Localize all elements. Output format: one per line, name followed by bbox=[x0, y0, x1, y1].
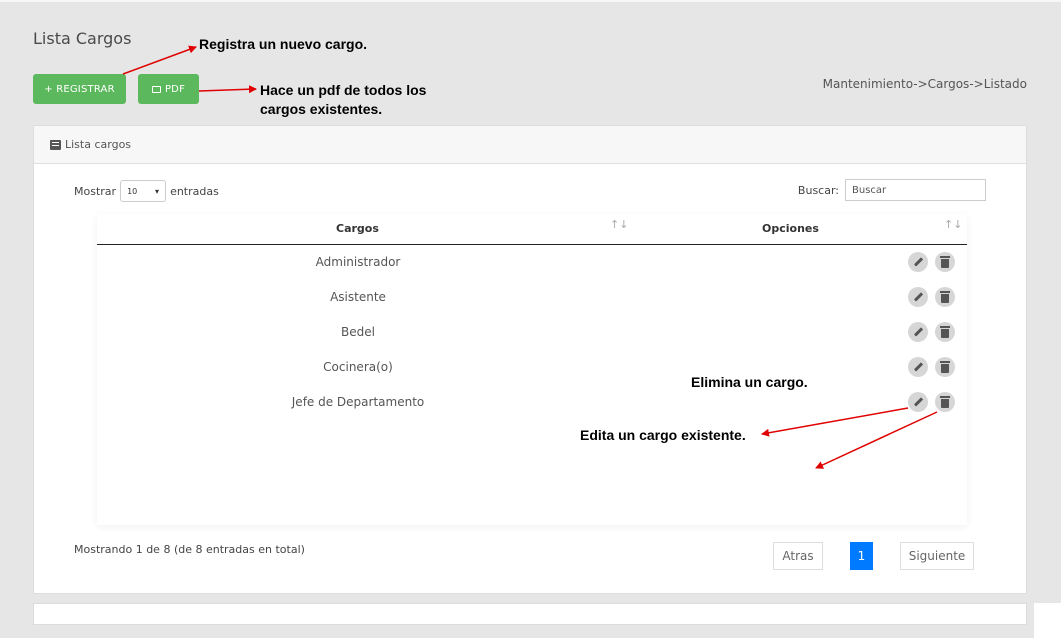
pencil-icon bbox=[913, 362, 923, 372]
length-select[interactable]: 10 ▾ bbox=[120, 180, 167, 202]
edit-button[interactable] bbox=[908, 392, 928, 412]
page-title: Lista Cargos bbox=[33, 29, 132, 48]
edit-button[interactable] bbox=[908, 357, 928, 377]
delete-button[interactable] bbox=[935, 322, 955, 342]
trash-icon bbox=[940, 360, 950, 373]
annotation-edit: Edita un cargo existente. bbox=[580, 427, 746, 443]
select-arrows-icon: ▾ bbox=[155, 186, 160, 196]
sort-icon[interactable]: ↑↓ bbox=[610, 218, 628, 231]
next-page-button[interactable]: Siguiente bbox=[900, 542, 974, 570]
copy-icon bbox=[151, 85, 161, 93]
edit-button[interactable] bbox=[908, 252, 928, 272]
page-1-button[interactable]: 1 bbox=[850, 542, 873, 570]
header-opciones[interactable]: Opciones bbox=[762, 222, 819, 235]
annotation-register: Registra un nuevo cargo. bbox=[199, 36, 368, 52]
pencil-icon bbox=[913, 397, 923, 407]
search-control: Buscar: bbox=[798, 179, 986, 201]
register-button[interactable]: + REGISTRAR bbox=[33, 74, 126, 104]
pencil-icon bbox=[913, 257, 923, 267]
length-suffix: entradas bbox=[170, 184, 219, 198]
search-input[interactable] bbox=[845, 179, 986, 201]
prev-page-button[interactable]: Atras bbox=[773, 542, 823, 570]
arrow-pdf bbox=[198, 85, 257, 94]
table-row: Asistente bbox=[97, 280, 967, 315]
table-row: Bedel bbox=[97, 315, 967, 350]
cargo-name: Asistente bbox=[330, 290, 386, 304]
table-row: Jefe de Departamento bbox=[97, 385, 967, 420]
delete-button[interactable] bbox=[935, 287, 955, 307]
arrow-register bbox=[122, 45, 197, 75]
table-header: Cargos ↑↓ Opciones ↑↓ bbox=[97, 214, 967, 245]
table-row: Administrador bbox=[97, 245, 967, 280]
side-panel bbox=[1034, 603, 1061, 638]
trash-icon bbox=[940, 325, 950, 338]
top-border bbox=[0, 0, 1061, 2]
trash-icon bbox=[940, 290, 950, 303]
edit-button[interactable] bbox=[908, 287, 928, 307]
length-prefix: Mostrar bbox=[74, 184, 117, 198]
annotation-pdf: Hace un pdf de todos los cargos existent… bbox=[260, 82, 427, 117]
search-label: Buscar: bbox=[797, 183, 839, 197]
edit-button[interactable] bbox=[908, 322, 928, 342]
pdf-button-label: PDF bbox=[164, 83, 186, 95]
delete-button[interactable] bbox=[935, 392, 955, 412]
pagination-info: Mostrando 1 de 8 (de 8 entradas en total… bbox=[74, 543, 305, 556]
sort-icon[interactable]: ↑↓ bbox=[944, 218, 962, 231]
list-icon bbox=[50, 139, 61, 150]
cargo-name: Bedel bbox=[341, 325, 375, 339]
cargos-card: Lista cargos Mostrar 10 ▾ entradas Busca… bbox=[33, 125, 1027, 594]
breadcrumb: Mantenimiento->Cargos->Listado bbox=[822, 77, 1027, 91]
trash-icon bbox=[940, 395, 950, 408]
secondary-card bbox=[33, 603, 1027, 625]
annotation-delete: Elimina un cargo. bbox=[691, 374, 808, 390]
pencil-icon bbox=[913, 327, 923, 337]
cargo-name: Administrador bbox=[315, 255, 401, 269]
card-title: Lista cargos bbox=[65, 138, 132, 151]
length-control: Mostrar 10 ▾ entradas bbox=[74, 180, 219, 202]
pdf-button[interactable]: PDF bbox=[138, 74, 199, 104]
table-row: Cocinera(o) bbox=[97, 350, 967, 385]
delete-button[interactable] bbox=[935, 252, 955, 272]
pencil-icon bbox=[913, 292, 923, 302]
delete-button[interactable] bbox=[935, 357, 955, 377]
trash-icon bbox=[940, 255, 950, 268]
cargo-name: Cocinera(o) bbox=[323, 360, 393, 374]
cargo-name: Jefe de Departamento bbox=[291, 395, 425, 409]
cargos-table: Cargos ↑↓ Opciones ↑↓ Administrador Asis… bbox=[97, 214, 967, 525]
length-value: 10 bbox=[127, 186, 138, 196]
card-header: Lista cargos bbox=[34, 126, 1026, 164]
header-cargos[interactable]: Cargos bbox=[336, 222, 379, 235]
